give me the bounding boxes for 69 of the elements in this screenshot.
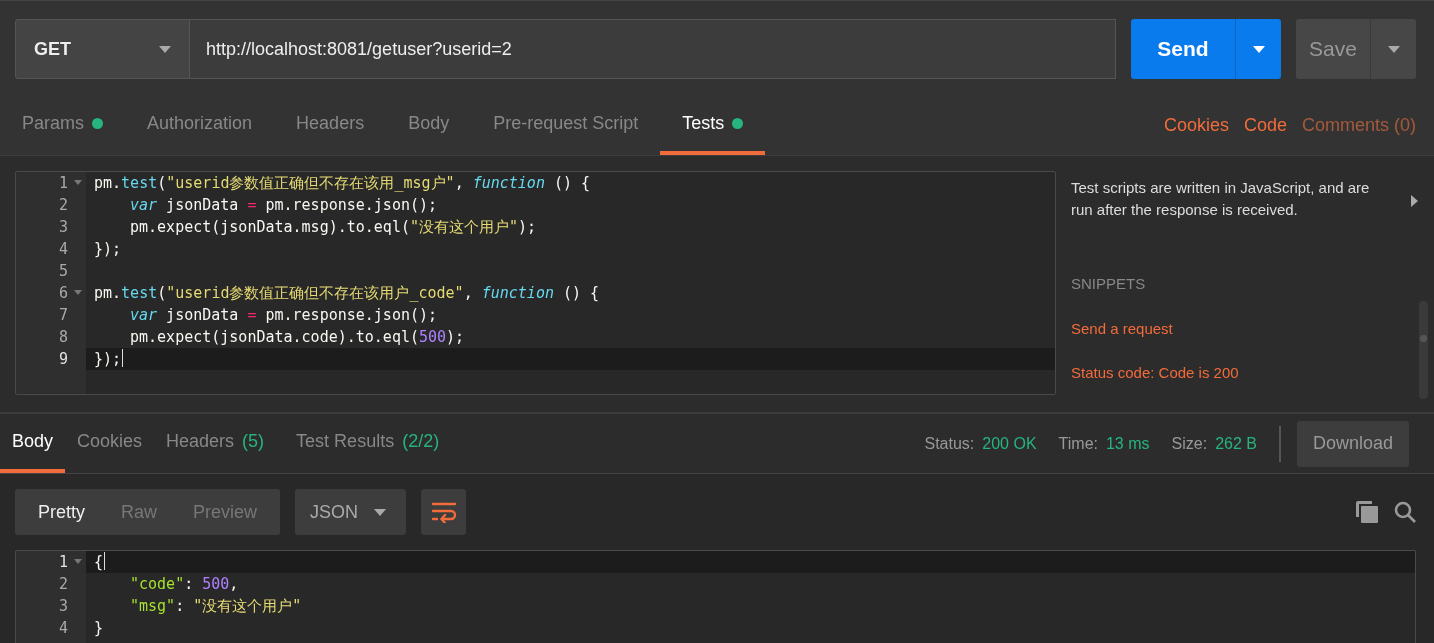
line-number: 9 — [58, 350, 68, 368]
stat-label: Status: — [924, 434, 975, 452]
line-number: 3 — [58, 218, 68, 236]
line-number: 7 — [58, 306, 68, 324]
format-dropdown[interactable]: JSON — [295, 489, 407, 535]
response-tab[interactable]: Headers (5) — [154, 414, 277, 473]
code-line: pm.test("userid参数值正确但不存在该用_msg户", function () { — [93, 173, 592, 194]
code-line: var jsonData = pm.response.json(); — [129, 305, 439, 326]
line-number: 1 — [58, 174, 68, 192]
view-mode-option[interactable]: Pretty — [20, 489, 103, 535]
line-number: 2 — [58, 196, 68, 214]
side-link[interactable]: Cookies — [1163, 112, 1229, 139]
caret-icon — [159, 45, 171, 53]
method-dropdown[interactable]: GET — [15, 19, 190, 79]
send-button[interactable]: Send — [1131, 19, 1235, 79]
snippet-link[interactable]: Status code: Code is 200 — [1071, 362, 1418, 385]
side-link[interactable]: Comments (0) — [1301, 112, 1416, 139]
wrap-lines-button[interactable] — [421, 489, 467, 535]
wrap-lines-icon — [430, 501, 457, 523]
request-tab[interactable]: Body — [386, 96, 472, 155]
code-editor[interactable] — [15, 171, 1056, 395]
view-mode-switch[interactable]: Pretty Raw Preview — [15, 489, 281, 535]
view-mode-option[interactable]: Raw — [103, 489, 176, 535]
request-tab[interactable]: Params — [0, 96, 125, 155]
caret-icon — [374, 508, 387, 516]
line-number: 1 — [58, 553, 68, 571]
code-line: pm.expect(jsonData.code).to.eql(500); — [129, 327, 466, 348]
stat-value: 200 OK — [982, 434, 1037, 452]
url-field[interactable]: http://localhost:8081/getuser?userid=2 — [190, 19, 1116, 79]
response-tab[interactable]: Body — [0, 414, 66, 473]
side-link[interactable]: Code — [1243, 112, 1287, 139]
caret-icon — [1387, 45, 1400, 53]
code-line: }); — [93, 239, 123, 260]
response-tab[interactable]: Cookies — [65, 414, 155, 473]
copy-icon[interactable] — [1356, 501, 1378, 523]
save-button[interactable]: Save — [1296, 19, 1370, 79]
code-line: pm.expect(jsonData.msg).to.eql("没有这个用户"); — [129, 217, 538, 238]
fold-icon[interactable] — [74, 290, 82, 295]
line-number: 6 — [58, 284, 68, 302]
line-number: 8 — [58, 328, 68, 346]
code-line: "code": 500, — [129, 574, 240, 595]
line-number: 2 — [58, 575, 68, 593]
code-editor[interactable]: 1 2 3 4 { "code": 500, "msg": "没有这个用户" } — [15, 550, 1416, 643]
line-number: 3 — [58, 597, 68, 615]
expand-icon[interactable] — [1411, 195, 1418, 207]
line-number: 5 — [58, 262, 68, 280]
request-tab[interactable]: Authorization — [125, 96, 275, 155]
code-line: pm.test("userid参数值正确但不存在该用户_code", function () { — [93, 283, 601, 304]
request-tab[interactable]: Headers — [274, 96, 387, 155]
stat-label: Time: — [1058, 434, 1098, 452]
line-number: 4 — [58, 240, 68, 258]
snippet-link[interactable]: Send a request — [1071, 317, 1418, 340]
code-line: } — [93, 618, 105, 639]
stat-value: 262 B — [1215, 434, 1257, 452]
stat-label: Size: — [1171, 434, 1208, 452]
caret-icon — [1252, 45, 1265, 53]
stat-value: 13 ms — [1105, 434, 1150, 452]
fold-icon[interactable] — [74, 180, 82, 185]
code-line: var jsonData = pm.response.json(); — [129, 195, 439, 216]
download-button[interactable]: Download — [1296, 420, 1409, 467]
line-number: 4 — [58, 619, 68, 637]
code-line: "msg": "没有这个用户" — [129, 596, 303, 617]
response-tab[interactable]: Test Results (2/2) — [284, 414, 452, 473]
request-tab[interactable]: Pre-request Script — [471, 96, 661, 155]
snippets-heading: SNIPPETS — [1071, 274, 1147, 294]
help-text: Test scripts are written in JavaScript, and are run after the response is received. — [1071, 178, 1371, 220]
search-icon[interactable] — [1394, 501, 1416, 523]
scrollbar[interactable] — [1419, 301, 1428, 399]
view-mode-option[interactable]: Preview — [175, 489, 276, 535]
